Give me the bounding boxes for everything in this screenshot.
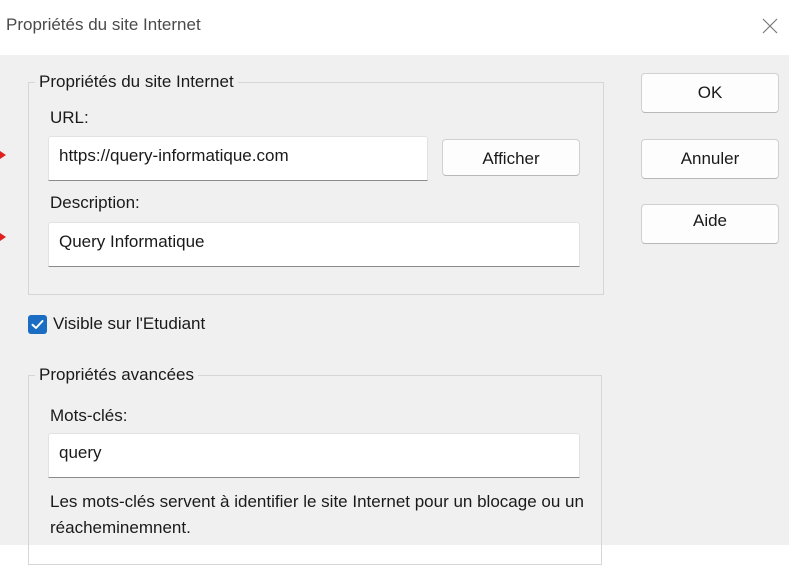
description-label: Description: [50,193,140,212]
title-bar: Propriétés du site Internet [0,0,789,55]
show-button[interactable]: Afficher [442,139,580,176]
keywords-field[interactable]: query [48,433,580,478]
check-icon [31,320,44,329]
site-properties-dialog: Propriétés du site Internet Propriétés d… [0,0,789,565]
url-field[interactable]: https://query-informatique.com [48,136,428,181]
help-button[interactable]: Aide [641,204,779,244]
keywords-label: Mots-clés: [50,406,128,425]
site-properties-legend: Propriétés du site Internet [35,71,238,93]
cancel-button[interactable]: Annuler [641,139,779,179]
close-icon [762,18,778,34]
visible-checkbox[interactable] [28,315,47,334]
url-value: https://query-informatique.com [59,146,289,165]
window-title: Propriétés du site Internet [6,15,201,34]
advanced-properties-legend: Propriétés avancées [35,364,198,386]
keywords-value: query [59,443,102,462]
close-button[interactable] [756,12,784,40]
visible-checkbox-label[interactable]: Visible sur l'Etudiant [53,313,205,335]
url-label: URL: [50,108,89,127]
annotation-arrow-url [0,151,6,159]
description-field[interactable]: Query Informatique [48,222,580,267]
ok-button[interactable]: OK [641,73,779,113]
description-value: Query Informatique [59,232,205,251]
annotation-arrow-description [0,233,6,241]
dialog-body: Propriétés du site Internet URL: https:/… [0,55,789,565]
keywords-help-text: Les mots-clés servent à identifier le si… [50,492,584,537]
